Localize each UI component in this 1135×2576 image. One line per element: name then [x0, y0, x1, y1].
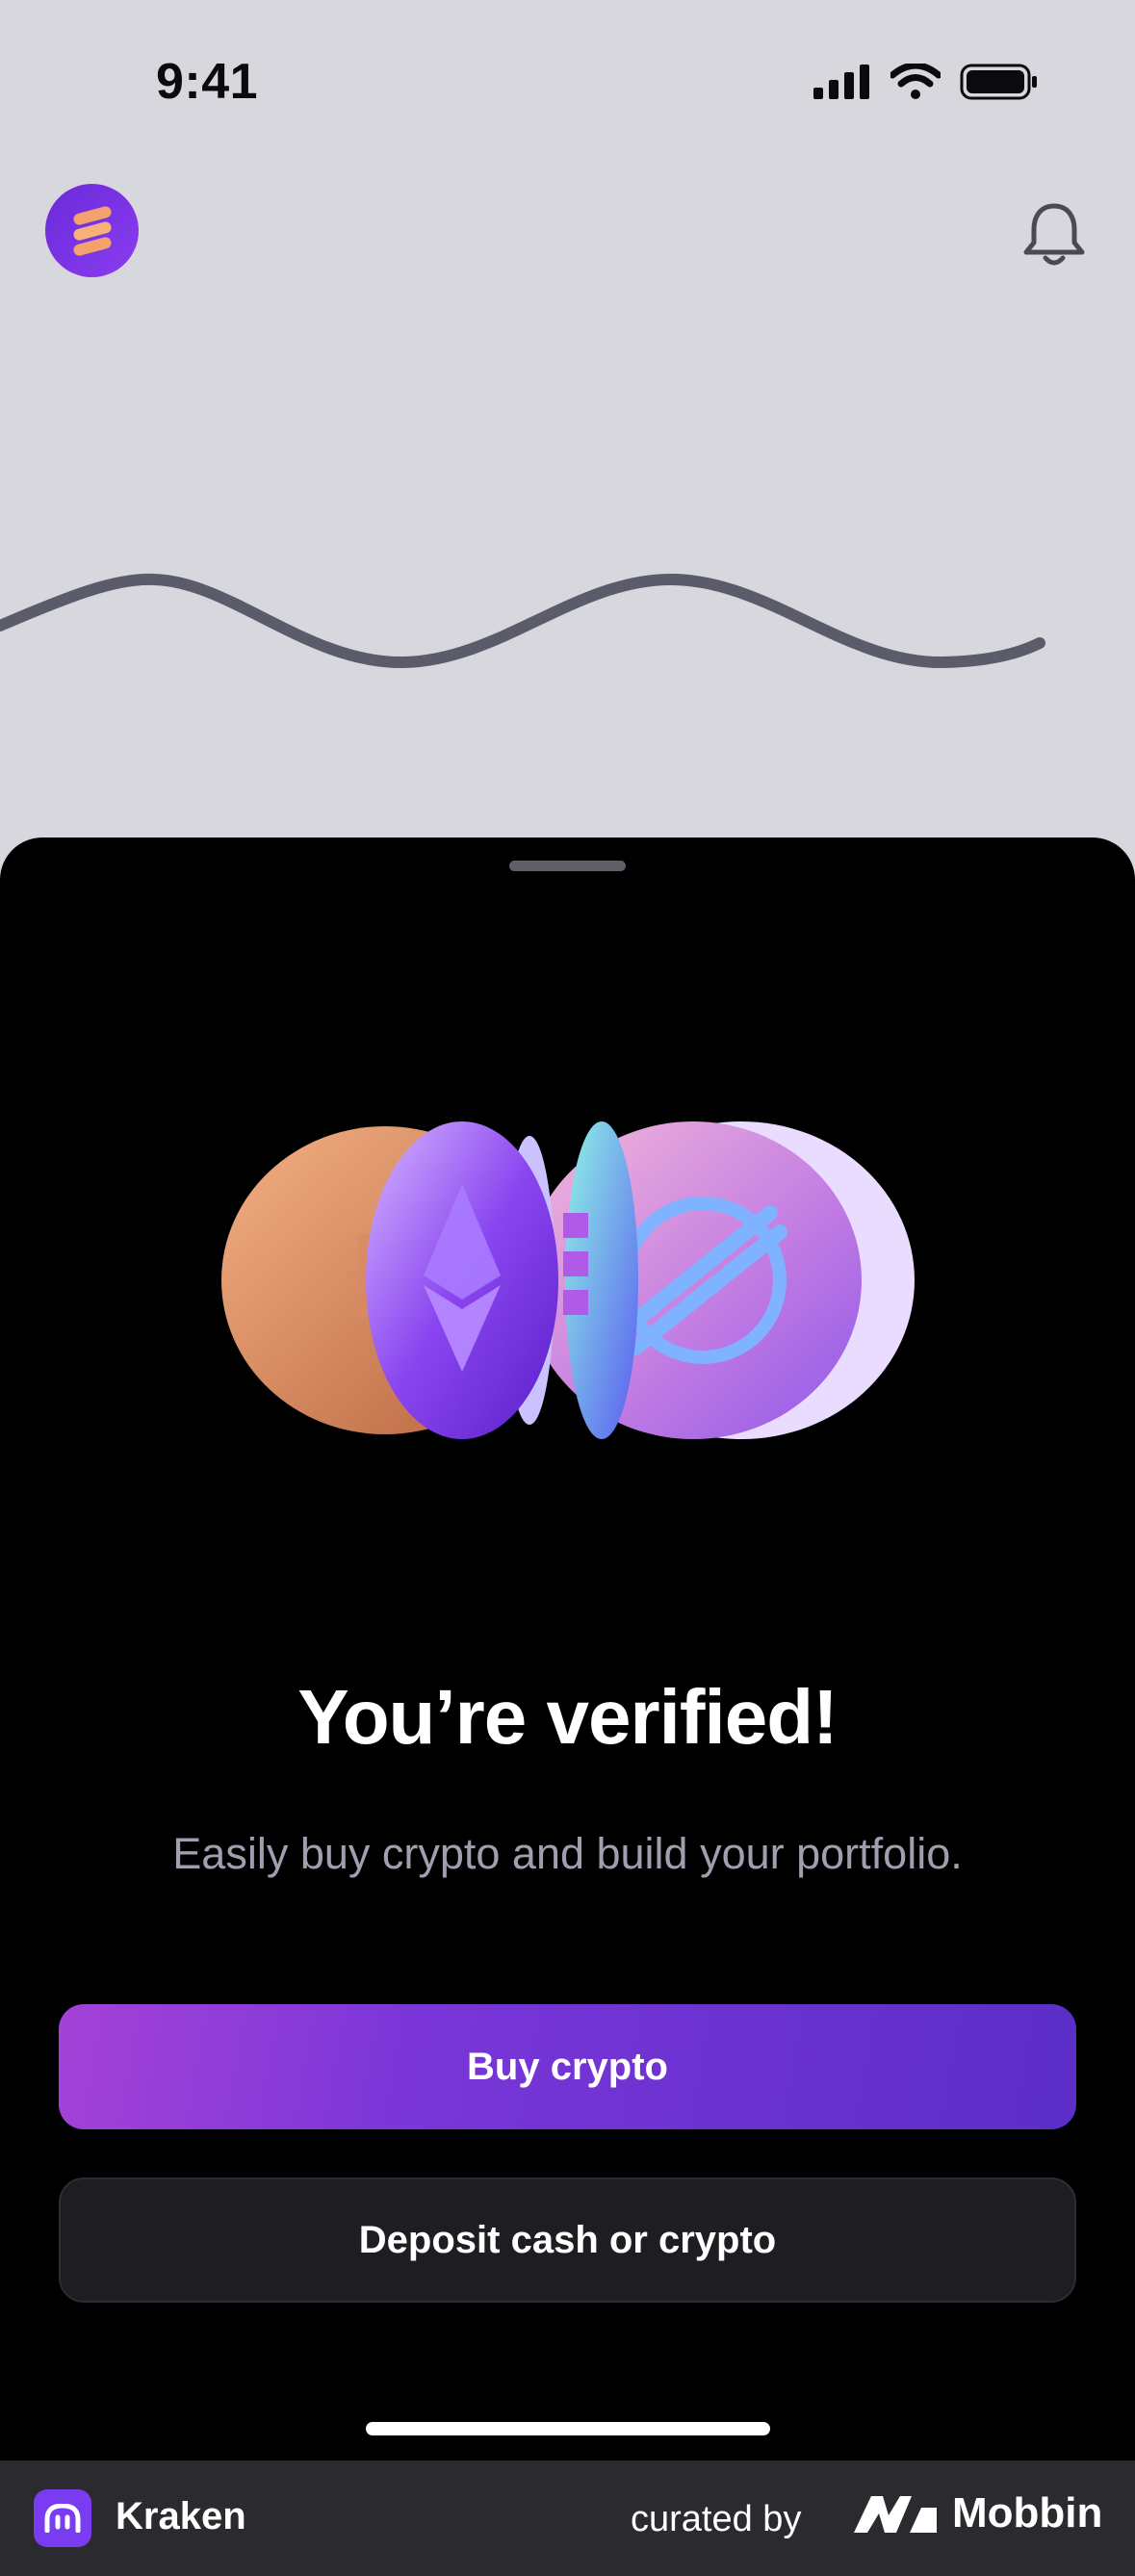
buy-crypto-button[interactable]: Buy crypto [59, 2004, 1076, 2129]
battery-icon [960, 64, 1037, 100]
bell-icon [1023, 203, 1085, 266]
cellular-signal-icon [813, 64, 869, 99]
mobbin-brand: Mobbin [852, 2489, 1102, 2537]
verified-title: You’re verified! [297, 1674, 838, 1760]
account-avatar-button[interactable] [45, 184, 139, 277]
status-bar: 9:41 [0, 0, 1135, 168]
status-time: 9:41 [156, 54, 259, 110]
crypto-coins-illustration: Ð [221, 1121, 915, 1439]
verified-bottom-sheet: Ð You’re verified! Easily buy crypto and… [0, 837, 1135, 2460]
footer-curated-by: curated by [631, 2499, 802, 2539]
sheet-drag-handle[interactable] [509, 861, 626, 871]
kraken-logo-icon [34, 2489, 91, 2547]
notifications-button[interactable] [1019, 198, 1090, 270]
deposit-button[interactable]: Deposit cash or crypto [59, 2177, 1076, 2303]
footer-app-name: Kraken [116, 2495, 246, 2537]
decorative-wave [0, 573, 1045, 669]
mobbin-brand-label: Mobbin [952, 2489, 1103, 2537]
attribution-footer: Kraken curated by Mobbin [0, 2460, 1135, 2576]
stack-icon [72, 205, 112, 256]
wifi-icon [890, 64, 941, 99]
status-icons [813, 64, 1039, 100]
verified-subtitle: Easily buy crypto and build your portfol… [172, 1829, 963, 1878]
home-indicator [366, 2422, 770, 2435]
mobbin-logo-icon [854, 2496, 937, 2533]
